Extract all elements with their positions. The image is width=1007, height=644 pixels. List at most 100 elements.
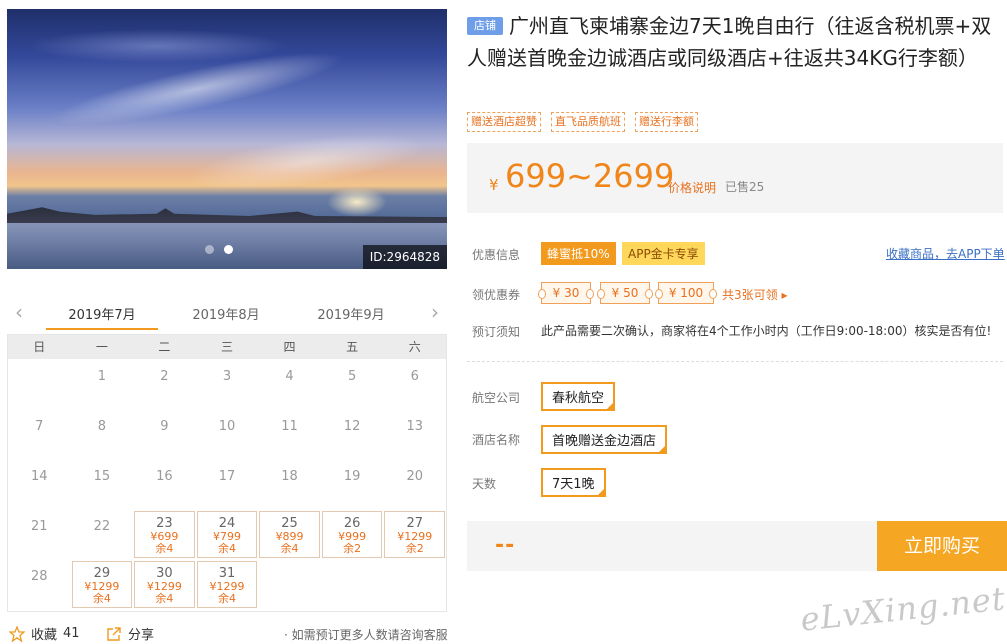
calendar-day: 3 [196,359,259,409]
calendar-day: 1 [71,359,134,409]
day-number: 16 [156,469,173,484]
calendar-day-available[interactable]: 23 ¥699 余4 [134,511,195,558]
total-price: -- [495,533,516,558]
tab-month-aug[interactable]: 2019年8月 [176,304,276,323]
day-number: 23 [156,516,173,531]
calendar-day: 22 [71,509,134,559]
sold-count: 已售25 [725,180,765,194]
calendar-weekdays: 日 一 二 三 四 五 六 [8,335,446,359]
calendar-day: 20 [383,459,446,509]
calendar-day: 14 [8,459,71,509]
day-number: 7 [35,419,44,434]
chevron-right-icon[interactable]: › [427,302,443,322]
calendar-day: 19 [321,459,384,509]
calendar-day: 15 [71,459,134,509]
feature-tags: 赠送酒店超赞 直飞品质航班 赠送行李额 [467,112,698,132]
day-number: 5 [347,369,357,384]
tab-month-sep[interactable]: 2019年9月 [301,304,401,323]
coupon-30[interactable]: ¥ 30 [538,282,594,304]
day-remaining: 余4 [217,542,236,555]
day-number: 29 [93,566,111,581]
price-explain-link[interactable]: 价格说明 [668,179,716,196]
day-number: 20 [406,469,423,484]
divider [467,361,1003,362]
day-number: 22 [93,519,111,534]
calendar-day: 8 [71,409,134,459]
price-range: 699~2699 [505,157,675,195]
tab-month-jul[interactable]: 2019年7月 [46,304,158,330]
day-number: 2 [160,369,169,384]
product-title: 广州直飞柬埔寨金边7天1晚自由行（往返含税机票+双人赠送首晚金边诚酒店或同级酒店… [467,14,992,70]
calendar-header: ‹ 2019年7月 2019年8月 2019年9月 › [7,296,447,334]
favorite-go-app-link[interactable]: 收藏商品，去APP下单 [886,245,1005,262]
star-icon [9,625,25,642]
days-label: 天数 [472,477,497,491]
coupon-label: 领优惠券 [472,288,521,302]
carousel-dot[interactable] [205,245,214,254]
favorite-label: 收藏 [31,628,58,643]
image-id-badge: ID:2964828 [362,245,447,269]
day-remaining: 余4 [280,542,299,555]
calendar-day-available[interactable]: 27 ¥1299 余2 [384,511,445,558]
calendar-day: 2 [133,359,196,409]
calendar-day: 16 [133,459,196,509]
day-number: 18 [281,469,298,484]
coupon-more-link[interactable]: 共3张可领 ▸ [722,286,787,303]
day-number: 4 [285,369,294,384]
carousel-dot-active[interactable] [224,245,233,254]
calendar-day: 7 [8,409,71,459]
calendar-day: 13 [383,409,446,459]
coupon-50[interactable]: ¥ 50 [597,282,653,304]
share-button[interactable]: 分享 [106,624,154,643]
day-remaining: 余4 [217,592,236,605]
product-photo[interactable]: ID:2964828 [7,9,447,269]
shop-badge[interactable]: 店铺 [467,17,503,35]
calendar-day-available[interactable]: 24 ¥799 余4 [196,511,258,558]
currency-symbol: ¥ [489,176,499,194]
calendar-day: 4 [258,359,321,409]
calendar-day: 18 [258,459,321,509]
day-remaining: 余4 [155,592,174,605]
calendar-day [8,359,71,409]
buy-now-button[interactable]: 立即购买 [877,521,1007,571]
weekday-label: 六 [408,340,421,354]
coupon-100[interactable]: ¥ 100 [655,282,717,304]
chevron-left-icon[interactable]: ‹ [11,302,27,322]
day-remaining: 余4 [155,542,174,555]
calendar-day: 5 [321,359,384,409]
calendar-day: 6 [383,359,446,409]
carousel-dots [205,245,233,254]
photo-cloud [27,29,287,63]
calendar-day: 28 [8,559,71,609]
hotel-option[interactable]: 首晚赠送金边酒店 [541,425,668,454]
weekday-label: 三 [220,340,233,354]
weekday-label: 一 [95,340,108,354]
calendar-day-available[interactable]: 26 ¥999 余2 [321,511,383,558]
airline-option[interactable]: 春秋航空 [541,382,616,411]
share-icon [107,626,121,641]
day-remaining: 余4 [92,592,111,605]
day-number: 25 [281,516,298,531]
favorite-button[interactable]: 收藏 41 [9,624,80,643]
weekday-label: 五 [346,340,359,354]
day-number: 12 [343,419,361,434]
photo-sun-glow [327,187,387,217]
day-number: 9 [160,419,169,434]
calendar-day-available[interactable]: 25 ¥899 余4 [259,511,320,558]
day-number: 11 [281,419,298,434]
calendar-day: 11 [258,409,321,459]
day-number: 14 [31,469,48,484]
days-option[interactable]: 7天1晚 [541,468,606,497]
day-remaining: 余2 [343,542,362,555]
promo-tag-app-gold: APP金卡专享 [622,242,705,265]
calendar-day-available[interactable]: 29 ¥1299 余4 [71,561,133,608]
calendar: 日 一 二 三 四 五 六 1 2 3 4 5 6 7 8 9 10 11 12 13 14 15 16 17 1… [7,334,447,612]
watermark: eLvXing.net [798,579,1007,639]
calendar-day-available[interactable]: 30 ¥1299 余4 [134,561,195,608]
feature-tag: 赠送行李额 [635,112,698,132]
purchase-bar: -- [467,521,877,571]
calendar-day: 12 [321,409,384,459]
share-label: 分享 [128,628,155,643]
day-remaining: 余2 [405,542,424,555]
calendar-day-available[interactable]: 31 ¥1299 余4 [196,561,258,608]
